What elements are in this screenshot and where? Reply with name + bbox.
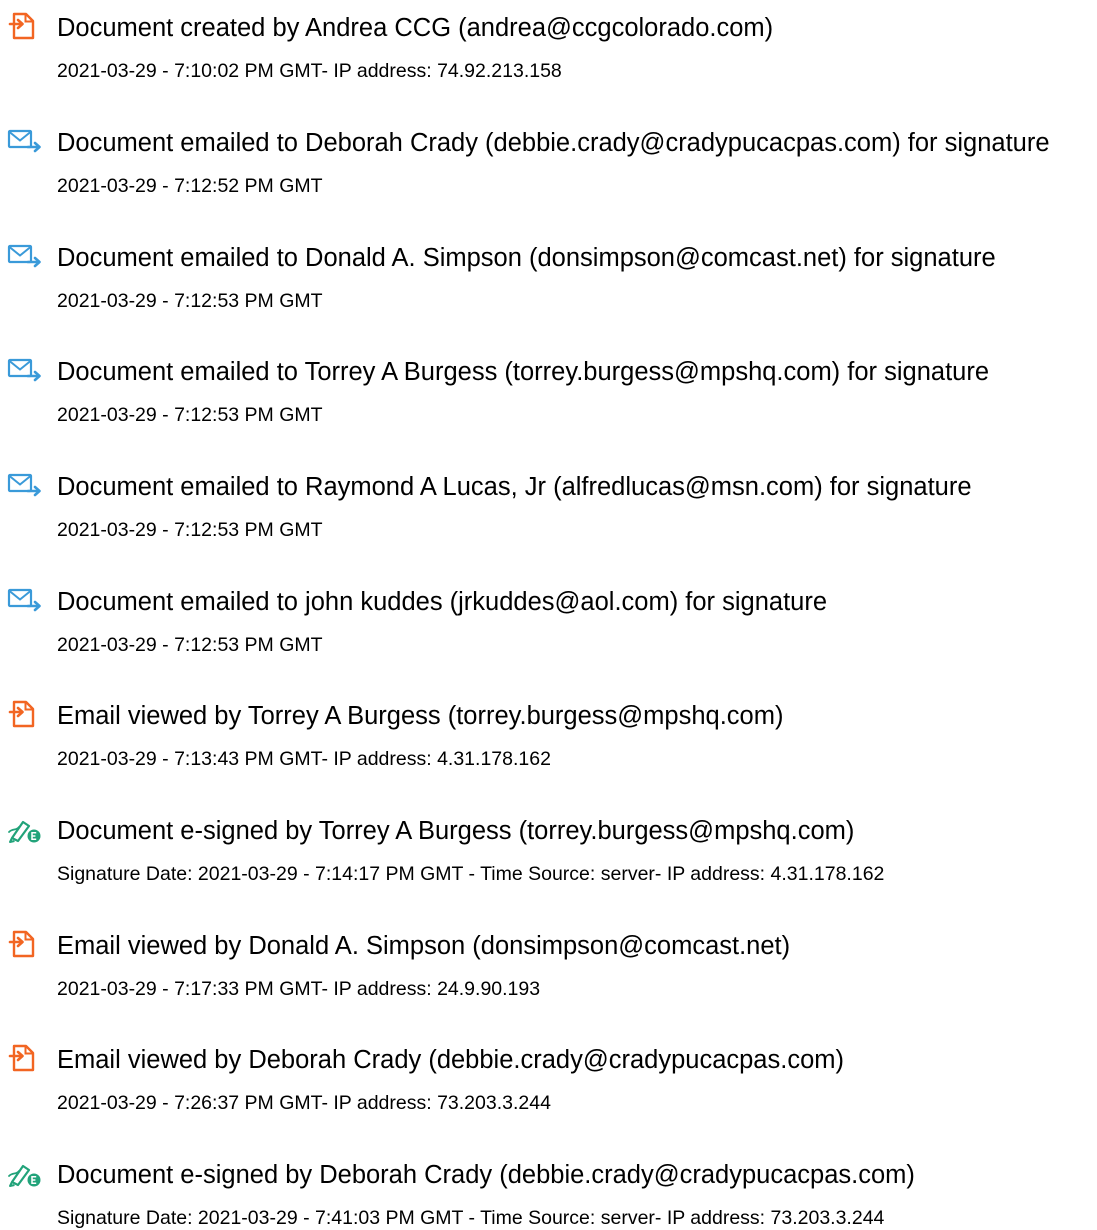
email-viewed-icon: [6, 1043, 42, 1073]
email-sent-icon: [6, 241, 42, 271]
event-detail: 2021-03-29 - 7:12:53 PM GMT: [57, 290, 323, 312]
audit-event: Document emailed to Raymond A Lucas, Jr …: [0, 464, 1097, 574]
event-detail: 2021-03-29 - 7:12:53 PM GMT: [57, 634, 323, 656]
event-detail: Signature Date: 2021-03-29 - 7:14:17 PM …: [57, 863, 885, 885]
email-sent-icon: [6, 585, 42, 615]
e-signed-icon: [6, 1158, 42, 1188]
event-detail: 2021-03-29 - 7:12:52 PM GMT: [57, 175, 323, 197]
audit-event: Document e-signed by Torrey A Burgess (t…: [0, 808, 1097, 918]
event-title: Document emailed to Donald A. Simpson (d…: [57, 244, 996, 272]
audit-event: Document e-signed by Deborah Crady (debb…: [0, 1152, 1097, 1229]
event-title: Document emailed to john kuddes (jrkudde…: [57, 588, 828, 616]
audit-event: Document emailed to Donald A. Simpson (d…: [0, 235, 1097, 345]
event-title: Email viewed by Deborah Crady (debbie.cr…: [57, 1046, 844, 1074]
event-title: Document created by Andrea CCG (andrea@c…: [57, 14, 774, 42]
audit-event: Email viewed by Torrey A Burgess (torrey…: [0, 693, 1097, 803]
event-title: Email viewed by Torrey A Burgess (torrey…: [57, 702, 784, 730]
event-title: Document emailed to Torrey A Burgess (to…: [57, 358, 990, 386]
event-detail: 2021-03-29 - 7:10:02 PM GMT- IP address:…: [57, 60, 562, 82]
event-title: Document emailed to Raymond A Lucas, Jr …: [57, 473, 972, 501]
event-detail: 2021-03-29 - 7:13:43 PM GMT- IP address:…: [57, 748, 551, 770]
audit-event: Document emailed to Torrey A Burgess (to…: [0, 349, 1097, 459]
event-title: Document e-signed by Torrey A Burgess (t…: [57, 817, 855, 845]
email-viewed-icon: [6, 699, 42, 729]
email-sent-icon: [6, 470, 42, 500]
event-detail: 2021-03-29 - 7:12:53 PM GMT: [57, 404, 323, 426]
event-detail: 2021-03-29 - 7:26:37 PM GMT- IP address:…: [57, 1092, 551, 1114]
document-created-icon: [6, 11, 42, 41]
audit-event: Email viewed by Donald A. Simpson (donsi…: [0, 923, 1097, 1033]
audit-event: Document emailed to Deborah Crady (debbi…: [0, 120, 1097, 230]
event-title: Document emailed to Deborah Crady (debbi…: [57, 129, 1050, 157]
audit-event: Document created by Andrea CCG (andrea@c…: [0, 5, 1097, 115]
audit-event: Document emailed to john kuddes (jrkudde…: [0, 579, 1097, 689]
event-detail: 2021-03-29 - 7:12:53 PM GMT: [57, 519, 323, 541]
email-sent-icon: [6, 126, 42, 156]
event-title: Email viewed by Donald A. Simpson (donsi…: [57, 932, 791, 960]
audit-event: Email viewed by Deborah Crady (debbie.cr…: [0, 1037, 1097, 1147]
email-viewed-icon: [6, 929, 42, 959]
e-signed-icon: [6, 814, 42, 844]
event-detail: Signature Date: 2021-03-29 - 7:41:03 PM …: [57, 1207, 885, 1229]
event-detail: 2021-03-29 - 7:17:33 PM GMT- IP address:…: [57, 978, 541, 1000]
event-title: Document e-signed by Deborah Crady (debb…: [57, 1161, 915, 1189]
email-sent-icon: [6, 355, 42, 385]
